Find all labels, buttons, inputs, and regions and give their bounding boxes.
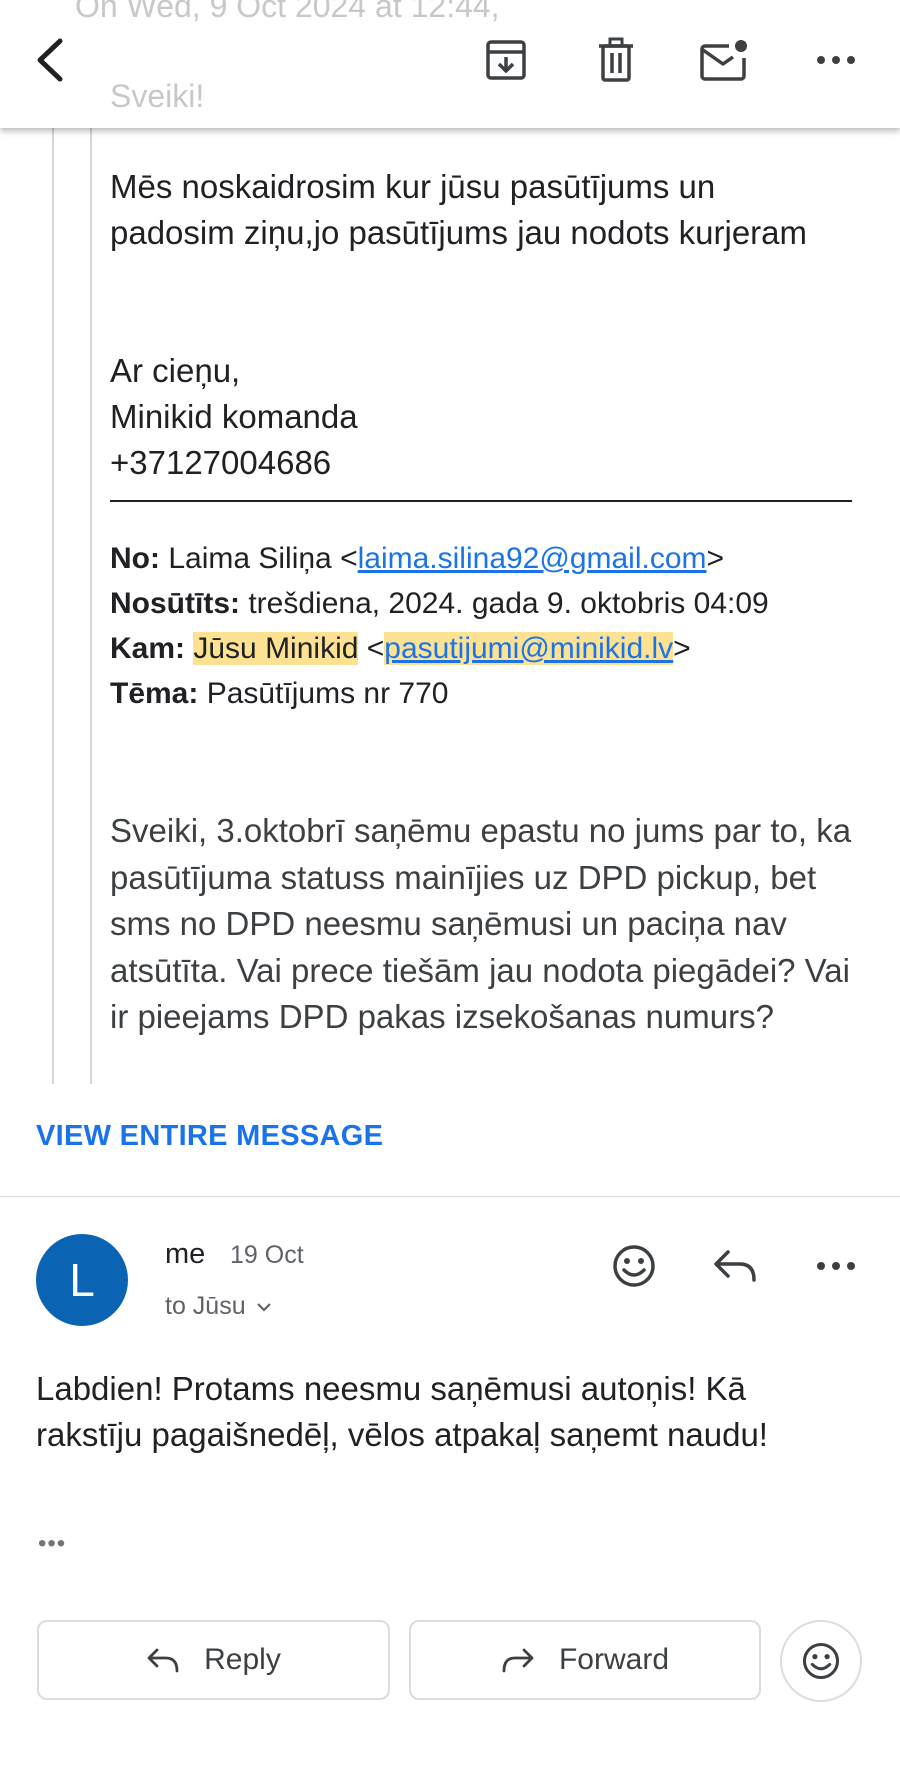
header-sent: Nosūtīts: trešdiena, 2024. gada 9. oktob… (110, 581, 850, 626)
archive-icon (486, 40, 526, 80)
avatar[interactable]: L (36, 1234, 128, 1326)
to-name: Jūsu Minikid (193, 632, 359, 665)
trash-icon (599, 37, 633, 82)
signature-phone: +37127004686 (110, 444, 332, 481)
quoted-reply-text: Mēs noskaidrosim kur jūsu pasūtījums un … (110, 168, 808, 251)
header-from: No: Laima Siliņa <laima.silina92@gmail.c… (110, 542, 725, 575)
header-subject: Tēma: Pasūtījums nr 770 (110, 671, 850, 716)
reply-icon (714, 1250, 756, 1282)
delete-button[interactable] (588, 32, 644, 88)
signature-line: Minikid komanda (110, 398, 358, 435)
quote-separator (110, 500, 852, 502)
reply-icon (147, 1648, 179, 1673)
show-trimmed-content-button[interactable]: ••• (38, 1530, 66, 1558)
emoji-reaction-button[interactable] (780, 1620, 862, 1702)
quoted-signature: Ar cieņu, Minikid komanda +37127004686 (110, 348, 358, 486)
scrolled-text-line: Sveiki! (110, 78, 205, 114)
back-button[interactable] (22, 32, 78, 88)
more-vert-icon (817, 56, 855, 64)
add-reaction-button[interactable] (604, 1236, 664, 1296)
message-more-button[interactable] (806, 1236, 866, 1296)
reply-label: Reply (204, 1643, 281, 1676)
chevron-down-icon (256, 1302, 271, 1312)
signature-line: Ar cieņu, (110, 352, 241, 389)
scrolled-text-line: On Wed, 9 Oct 2024 at 12:44, (75, 0, 500, 24)
emoji-icon (613, 1245, 655, 1287)
reply-button[interactable]: Reply (37, 1620, 390, 1700)
emoji-icon (802, 1642, 840, 1680)
forward-icon (502, 1648, 534, 1673)
header-label: Kam: (110, 632, 186, 665)
quoted-original-message: Sveiki, 3.oktobrī saņēmu epastu no jums … (110, 812, 852, 1035)
top-toolbar: On Wed, 9 Oct 2024 at 12:44, Sveiki! (0, 0, 900, 128)
from-name: Laima Siliņa < (168, 542, 358, 575)
from-email-link[interactable]: laima.silina92@gmail.com (358, 542, 707, 575)
header-to: Kam: Jūsu Minikid <pasutijumi@minikid.lv… (110, 632, 691, 665)
message-reply-button[interactable] (705, 1236, 765, 1296)
forward-label: Forward (558, 1643, 670, 1676)
message-divider (0, 1196, 900, 1197)
forward-button[interactable]: Forward (409, 1620, 761, 1700)
recipient-details-toggle[interactable]: to Jūsu (165, 1292, 272, 1321)
message-date: 19 Oct (230, 1241, 304, 1269)
header-label: Nosūtīts: (110, 587, 240, 620)
view-entire-message-link[interactable]: VIEW ENTIRE MESSAGE (36, 1120, 383, 1153)
more-vert-icon (817, 1262, 855, 1270)
quote-bar-inner (90, 128, 92, 1084)
more-options-button[interactable] (808, 32, 864, 88)
mark-unread-icon (700, 40, 747, 81)
back-arrow-icon (37, 38, 63, 82)
to-email-link[interactable]: pasutijumi@minikid.lv (384, 632, 674, 665)
header-label: Tēma: (110, 677, 199, 710)
archive-button[interactable] (478, 32, 534, 88)
quoted-headers: No: Laima Siliņa <laima.silina92@gmail.c… (110, 536, 850, 716)
recipient-text: to Jūsu (165, 1292, 246, 1320)
sender-name: me (165, 1238, 206, 1270)
subject-value: Pasūtījums nr 770 (206, 677, 449, 710)
message-body: Labdien! Protams neesmu saņēmusi autoņis… (36, 1370, 768, 1453)
quote-bar-outer (52, 128, 54, 1084)
header-label: No: (110, 542, 160, 575)
sent-date: trešdiena, 2024. gada 9. oktobris 04:09 (248, 587, 769, 620)
avatar-letter: L (69, 1254, 95, 1306)
mark-unread-button[interactable] (696, 32, 752, 88)
